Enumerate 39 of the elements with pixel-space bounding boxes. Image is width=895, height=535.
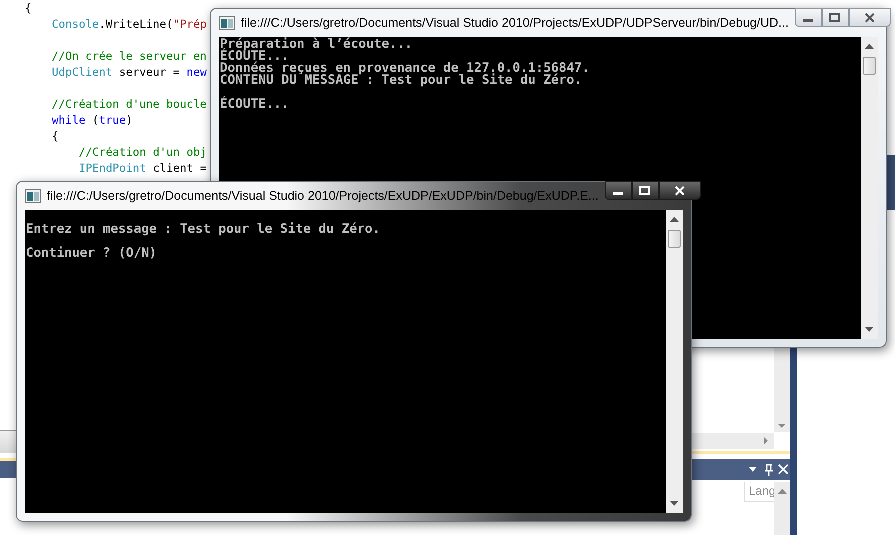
code-line: //On crée le serveur en xyxy=(52,49,207,65)
window-title: file:///C:/Users/gretro/Documents/Visual Studio 2010/Projects/ExUDP/UDPServeur/bin/Debug/UD... xyxy=(241,16,789,30)
scroll-thumb[interactable] xyxy=(668,230,681,248)
maximize-button[interactable] xyxy=(632,181,659,200)
close-button[interactable] xyxy=(848,8,891,27)
code-line: UdpClient serveur = new xyxy=(52,65,207,81)
scroll-down-icon[interactable] xyxy=(778,424,786,428)
scroll-down-icon[interactable] xyxy=(670,501,679,507)
scrollbar[interactable] xyxy=(774,348,790,432)
scroll-down-icon[interactable] xyxy=(865,327,874,333)
code-line: { xyxy=(25,1,32,17)
console-line: ÉCOUTE... xyxy=(220,97,290,112)
code-line: while (true) xyxy=(52,113,133,129)
code-line: //Création d'un obj xyxy=(79,145,207,161)
minimize-button[interactable] xyxy=(794,8,822,27)
scrollbar[interactable] xyxy=(666,210,683,513)
scrollbar[interactable] xyxy=(690,433,774,449)
maximize-button[interactable] xyxy=(822,8,849,27)
scroll-up-icon[interactable] xyxy=(778,488,786,494)
scroll-thumb[interactable] xyxy=(863,57,876,75)
code-line: //Création d'une boucle xyxy=(52,97,207,113)
scroll-right-icon[interactable] xyxy=(764,437,768,445)
close-icon[interactable] xyxy=(864,12,876,22)
scroll-up-icon[interactable] xyxy=(865,43,874,49)
minimize-button[interactable] xyxy=(604,181,632,200)
dropdown-icon[interactable] xyxy=(748,464,758,474)
code-line: Console.WriteLine("Prép xyxy=(52,17,207,33)
console-line: Entrez un message : Test pour le Site du Zéro. xyxy=(26,222,380,237)
code-line: { xyxy=(52,129,59,145)
scrollbar[interactable] xyxy=(861,37,878,339)
console-app-icon xyxy=(219,16,235,30)
scrollbar[interactable] xyxy=(774,482,790,535)
pin-icon[interactable] xyxy=(764,464,774,476)
close-button[interactable] xyxy=(658,181,701,200)
console-app-icon xyxy=(25,189,41,203)
scroll-up-icon[interactable] xyxy=(670,216,679,222)
console-line: Continuer ? (O/N) xyxy=(26,246,157,261)
maximize-icon[interactable] xyxy=(829,12,842,22)
code-line: IPEndPoint client = xyxy=(79,161,207,177)
